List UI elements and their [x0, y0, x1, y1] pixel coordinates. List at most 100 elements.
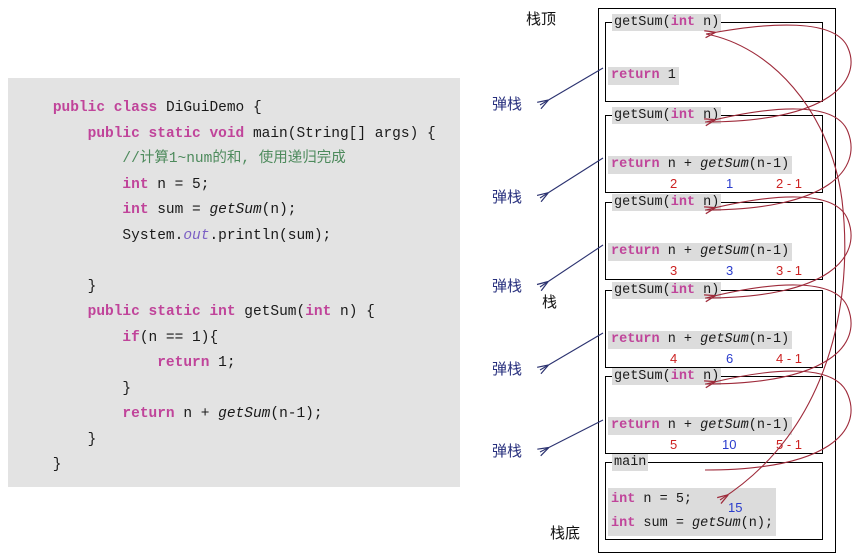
code-line: }	[8, 428, 460, 454]
frame-value-annotation: 6	[726, 351, 734, 366]
label-pop-3: 弹栈	[492, 277, 523, 295]
label-pop-2: 弹栈	[492, 188, 523, 206]
code-token: int	[670, 283, 696, 298]
frame-value-annotation: 2 - 1	[776, 176, 803, 191]
code-token: n +	[174, 406, 219, 422]
label-stack: 栈	[542, 293, 558, 311]
code-token: .println(sum);	[209, 227, 332, 244]
frame-title: main	[612, 454, 649, 471]
code-line: System.out.println(sum);	[8, 224, 460, 250]
code-token: 1;	[209, 355, 236, 371]
frame-body: return n + getSum(n-1)	[608, 243, 793, 261]
code-token: getSum	[700, 332, 749, 347]
frame-value-annotation: 10	[722, 437, 737, 452]
frame-value-annotation: 3	[726, 263, 734, 278]
code-token: public class	[52, 100, 166, 116]
code-token: getSum(	[614, 369, 671, 384]
code-token: (n-1)	[748, 332, 790, 347]
call-stack-diagram: getSum(int n) return 1 getSum(int n) ret…	[470, 0, 868, 559]
code-token: return	[611, 68, 660, 83]
code-token: getSum(	[614, 195, 671, 210]
code-token: n)	[695, 369, 720, 384]
code-token: n +	[659, 244, 701, 259]
stack-frame-getsum-2: getSum(int n) return n + getSum(n-1) 212…	[605, 107, 823, 193]
main-result-annotation: 15	[728, 500, 743, 515]
code-line: int sum = getSum(n);	[8, 198, 460, 224]
code-token: n)	[695, 108, 720, 123]
code-token: (n-1);	[270, 406, 323, 422]
code-line: public class DiGuiDemo {	[8, 96, 460, 122]
code-token: getSum(	[614, 15, 671, 30]
code-line: public static int getSum(int n) {	[8, 300, 460, 326]
frame-annotations: 2 1 2 - 1	[608, 176, 822, 192]
label-stack-top: 栈顶	[526, 10, 557, 28]
code-token: return	[611, 332, 660, 347]
label-stack-bottom: 栈底	[550, 524, 581, 542]
frame-body: return 1	[608, 67, 679, 85]
code-token: getSum(	[614, 283, 671, 298]
frame-value-annotation: 1	[726, 176, 734, 191]
stack-frame-getsum-4: getSum(int n) return n + getSum(n-1) 464…	[605, 282, 823, 368]
code-token: int	[611, 516, 636, 531]
frame-annotations: 5 10 5 - 1	[608, 437, 822, 453]
code-line: }	[8, 275, 460, 301]
code-token: (n-1)	[748, 157, 790, 172]
code-line: if(n == 1){	[8, 326, 460, 352]
code-token: return	[611, 418, 660, 433]
code-token: getSum	[692, 516, 741, 531]
frame-annotations: 3 3 3 - 1	[608, 263, 822, 279]
frame-value-annotation: 5	[670, 437, 678, 452]
label-pop-5: 弹栈	[492, 442, 523, 460]
label-pop-1: 弹栈	[492, 95, 523, 113]
code-token: int	[670, 15, 696, 30]
frame-annotations: 4 6 4 - 1	[608, 351, 822, 367]
code-token: (n-1)	[748, 244, 790, 259]
code-token: getSum(	[244, 304, 306, 320]
code-token: return	[611, 244, 660, 259]
frame-value-annotation: 3 - 1	[776, 263, 803, 278]
code-line: }	[8, 453, 460, 479]
stack-frame-getsum-3: getSum(int n) return n + getSum(n-1) 333…	[605, 194, 823, 280]
frame-title: getSum(int n)	[612, 14, 722, 31]
code-token: main	[614, 455, 647, 470]
code-line: }	[8, 377, 460, 403]
stack-frame-getsum-1: getSum(int n) return 1	[605, 14, 823, 102]
code-token: public static void	[87, 125, 253, 142]
code-line: int n = 5;	[8, 173, 460, 199]
code-token: }	[18, 380, 132, 397]
code-token: sum =	[148, 202, 210, 218]
code-token: main(String[] args) {	[252, 125, 436, 142]
frame-value-annotation: 3	[670, 263, 678, 278]
code-token: int	[122, 202, 149, 218]
code-token: getSum	[700, 244, 749, 259]
code-token: n)	[695, 195, 720, 210]
frame-value-annotation: 2	[670, 176, 678, 191]
frame-value-annotation: 4 - 1	[776, 351, 803, 366]
code-token: getSum	[218, 406, 271, 422]
code-token: int	[122, 176, 149, 193]
frame-result-annotation: 15	[608, 500, 822, 516]
code-token: return	[611, 157, 660, 172]
code-token: System.	[18, 227, 184, 244]
code-token: (n-1)	[748, 418, 790, 433]
stack-frame-getsum-5: getSum(int n) return n + getSum(n-1) 5 10…	[605, 368, 823, 454]
code-token: getSum	[700, 157, 749, 172]
frame-title: getSum(int n)	[612, 194, 722, 211]
code-token: }	[18, 431, 97, 448]
code-token: n +	[659, 157, 701, 172]
code-token: out	[183, 227, 210, 244]
code-token: 1	[659, 68, 676, 83]
code-token: (n == 1){	[139, 329, 219, 346]
code-token: n +	[659, 332, 701, 347]
stack-frame-main: main int n = 5; int sum = getSum(n); 15	[605, 454, 823, 540]
code-token: n +	[659, 418, 701, 433]
code-token: int	[305, 304, 332, 320]
frame-body: return n + getSum(n-1)	[608, 417, 793, 435]
